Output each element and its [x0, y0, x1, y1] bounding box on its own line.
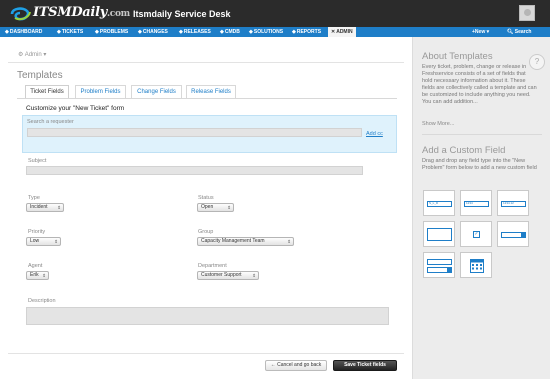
subject-input[interactable] — [26, 166, 363, 175]
show-more-link[interactable]: Show More... — [422, 121, 454, 127]
nav-changes[interactable]: ◆CHANGES — [138, 27, 168, 37]
nav-reports[interactable]: ◆REPORTS — [292, 27, 321, 37]
divider — [8, 353, 404, 354]
about-templates-title: About Templates — [422, 51, 493, 62]
save-ticket-fields-button[interactable]: Save Ticket fields — [333, 360, 397, 371]
paragraph-field-icon — [427, 228, 452, 241]
admin-icon: ✕ — [331, 29, 336, 35]
single-line-text-field-tile[interactable]: S_L_D — [423, 190, 455, 216]
cmdb-icon: ◆ — [220, 29, 224, 35]
app-title: Itsmdaily Service Desk — [133, 9, 231, 19]
nav-dashboard[interactable]: ◆DASHBOARD — [5, 27, 42, 37]
select-arrows-icon: ⇕ — [252, 273, 256, 278]
multi-dropdown-field-tile[interactable] — [423, 252, 455, 278]
cancel-button[interactable]: ← Cancel and go back — [265, 360, 327, 371]
caret-down-icon: ▾ — [485, 29, 490, 35]
agent-select[interactable]: Erik ⇕ — [26, 271, 49, 280]
solutions-icon: ◆ — [249, 29, 253, 35]
nav-releases[interactable]: ◆RELEASES — [179, 27, 211, 37]
dropdown-arrow-icon — [521, 232, 526, 238]
nav-problems[interactable]: ◆PROBLEMS — [95, 27, 128, 37]
new-button[interactable]: +New ▾ — [472, 27, 489, 37]
text-field-icon: S_L_D — [427, 201, 452, 207]
tickets-icon: ◆ — [57, 29, 61, 35]
divider — [8, 62, 404, 63]
agent-label: Agent — [28, 263, 43, 269]
nav-cmdb[interactable]: ◆CMDB — [220, 27, 240, 37]
paragraph-field-tile[interactable] — [423, 221, 455, 247]
department-label: Department — [198, 263, 227, 269]
number-field-icon: 1234 — [464, 201, 489, 207]
tab-change-fields[interactable]: Change Fields — [131, 85, 182, 98]
dropdown-field-icon — [427, 259, 452, 265]
itsmdaily-logo[interactable]: ITSMDaily.com — [9, 4, 130, 23]
right-sidebar: About Templates Every ticket, problem, c… — [412, 37, 550, 379]
select-arrows-icon: ⇕ — [54, 239, 58, 244]
number-field-tile[interactable]: 1234 — [460, 190, 492, 216]
user-avatar[interactable] — [519, 5, 535, 21]
subject-label: Subject — [28, 158, 47, 164]
add-custom-field-title: Add a Custom Field — [422, 145, 506, 156]
department-select[interactable]: Customer Support ⇕ — [197, 271, 259, 280]
form-heading: Customize your "New Ticket" form — [26, 105, 125, 112]
checkbox-icon: ✓ — [473, 231, 480, 238]
problems-icon: ◆ — [95, 29, 99, 35]
select-arrows-icon: ⇕ — [42, 273, 46, 278]
priority-label: Priority — [28, 229, 46, 235]
page-title: Templates — [17, 70, 63, 81]
calendar-icon — [470, 259, 484, 273]
decimal-field-tile[interactable]: 1234.12 — [497, 190, 529, 216]
select-arrows-icon: ⇕ — [287, 239, 291, 244]
date-field-tile[interactable] — [460, 252, 492, 278]
group-select[interactable]: Capacity Management Team ⇕ — [197, 237, 294, 246]
type-select[interactable]: Incident ⇕ — [26, 203, 64, 212]
tab-problem-fields[interactable]: Problem Fields — [75, 85, 126, 98]
dashboard-icon: ◆ — [5, 29, 9, 35]
nav-tickets[interactable]: ◆TICKETS — [57, 27, 83, 37]
description-label: Description — [28, 298, 56, 304]
select-arrows-icon: ⇕ — [227, 205, 231, 210]
add-custom-field-text: Drag and drop any field type into the "N… — [422, 158, 537, 171]
top-bar: ITSMDaily.com Itsmdaily Service Desk — [0, 0, 550, 27]
reports-icon: ◆ — [292, 29, 296, 35]
group-label: Group — [198, 229, 214, 235]
nav-solutions[interactable]: ◆SOLUTIONS — [249, 27, 283, 37]
dropdown-arrow-icon — [447, 267, 452, 273]
dropdown-field-tile[interactable] — [497, 221, 529, 247]
releases-icon: ◆ — [179, 29, 183, 35]
description-textarea[interactable] — [26, 307, 389, 325]
checkbox-field-tile[interactable]: ✓ — [460, 221, 492, 247]
priority-select[interactable]: Low ⇕ — [26, 237, 61, 246]
gear-icon: ⚙ — [18, 52, 25, 58]
select-arrows-icon: ⇕ — [57, 205, 61, 210]
caret-down-icon: ▾ — [41, 52, 47, 58]
nav-admin[interactable]: ✕ADMIN — [328, 27, 356, 37]
requester-input[interactable] — [27, 128, 362, 137]
tab-release-fields[interactable]: Release Fields — [186, 85, 236, 98]
changes-icon: ◆ — [138, 29, 142, 35]
search-button[interactable]: 🔍︎ Search — [507, 27, 531, 37]
decimal-field-icon: 1234.12 — [501, 201, 526, 207]
logo-text: ITSMDaily.com — [33, 5, 130, 20]
add-cc-link[interactable]: Add cc — [366, 131, 383, 137]
about-templates-text: Every ticket, problem, change or release… — [422, 64, 537, 105]
requester-section: Search a requester — [22, 115, 397, 153]
status-select[interactable]: Open ⇕ — [197, 203, 234, 212]
help-icon[interactable]: ? — [529, 54, 545, 70]
search-icon: 🔍︎ — [507, 29, 515, 35]
logo-swirl-icon — [10, 7, 31, 21]
status-label: Status — [198, 195, 214, 201]
type-label: Type — [28, 195, 40, 201]
divider — [422, 134, 542, 135]
breadcrumb[interactable]: ⚙ Admin ▾ — [18, 51, 46, 58]
main-nav: ◆DASHBOARD ◆TICKETS ◆PROBLEMS ◆CHANGES ◆… — [0, 27, 550, 37]
requester-label: Search a requester — [27, 119, 74, 125]
tabs-divider — [17, 98, 397, 99]
tab-ticket-fields[interactable]: Ticket Fields — [25, 85, 69, 98]
